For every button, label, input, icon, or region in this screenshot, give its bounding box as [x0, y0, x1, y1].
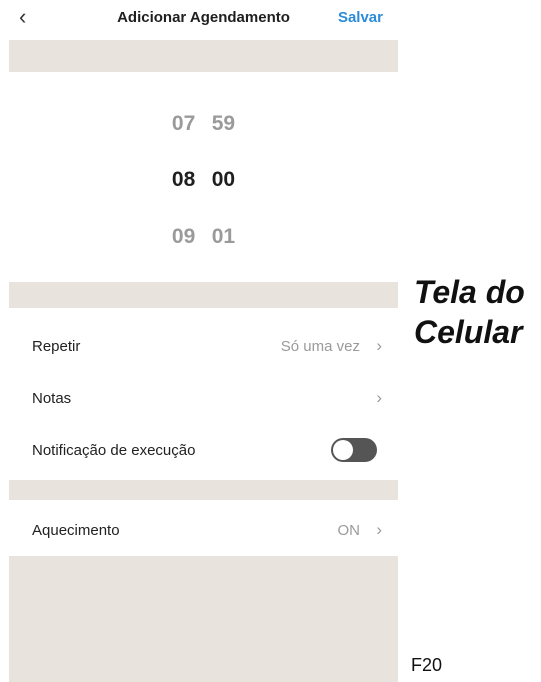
time-picker[interactable]: 07 59 08 00 09 01 — [9, 72, 398, 282]
annotation-line-1: Tela do — [414, 274, 525, 310]
picker-hour: 07 — [171, 112, 196, 135]
toggle-knob — [333, 440, 353, 460]
repeat-label: Repetir — [32, 338, 81, 355]
phone-screen: ‹ Adicionar Agendamento Salvar 07 59 08 … — [9, 0, 398, 682]
figure-label: F20 — [411, 655, 443, 675]
notification-row: Notificação de execução — [9, 424, 398, 476]
heating-label: Aquecimento — [32, 522, 120, 539]
notification-label: Notificação de execução — [32, 442, 196, 459]
picker-row-selected[interactable]: 08 00 — [9, 168, 398, 192]
chevron-right-icon: › — [376, 520, 382, 539]
lower-divider-band — [9, 480, 398, 500]
bottom-band — [9, 556, 398, 682]
heating-row[interactable]: Aquecimento ON › — [9, 504, 398, 556]
picker-minute: 01 — [211, 225, 236, 248]
picker-row-prev[interactable]: 07 59 — [9, 112, 398, 136]
picker-row-next[interactable]: 09 01 — [9, 225, 398, 249]
picker-minute: 59 — [211, 112, 236, 135]
notes-row[interactable]: Notas › — [9, 372, 398, 424]
heating-value: ON — [337, 522, 361, 539]
header: ‹ Adicionar Agendamento Salvar — [9, 0, 398, 40]
annotation-line-2: Celular — [414, 314, 523, 350]
notification-toggle[interactable] — [331, 438, 377, 462]
picker-hour: 09 — [171, 225, 196, 248]
mid-divider-band — [9, 282, 398, 308]
notes-label: Notas — [32, 390, 72, 407]
repeat-row[interactable]: Repetir Só uma vez › — [9, 320, 398, 372]
chevron-right-icon: › — [376, 336, 382, 355]
side-annotation: Tela do Celular — [414, 272, 525, 352]
save-button[interactable]: Salvar — [338, 9, 383, 26]
top-divider-band — [9, 40, 398, 72]
repeat-value: Só uma vez — [280, 338, 360, 355]
picker-hour: 08 — [171, 168, 196, 191]
picker-minute: 00 — [211, 168, 236, 191]
chevron-right-icon: › — [376, 388, 382, 407]
